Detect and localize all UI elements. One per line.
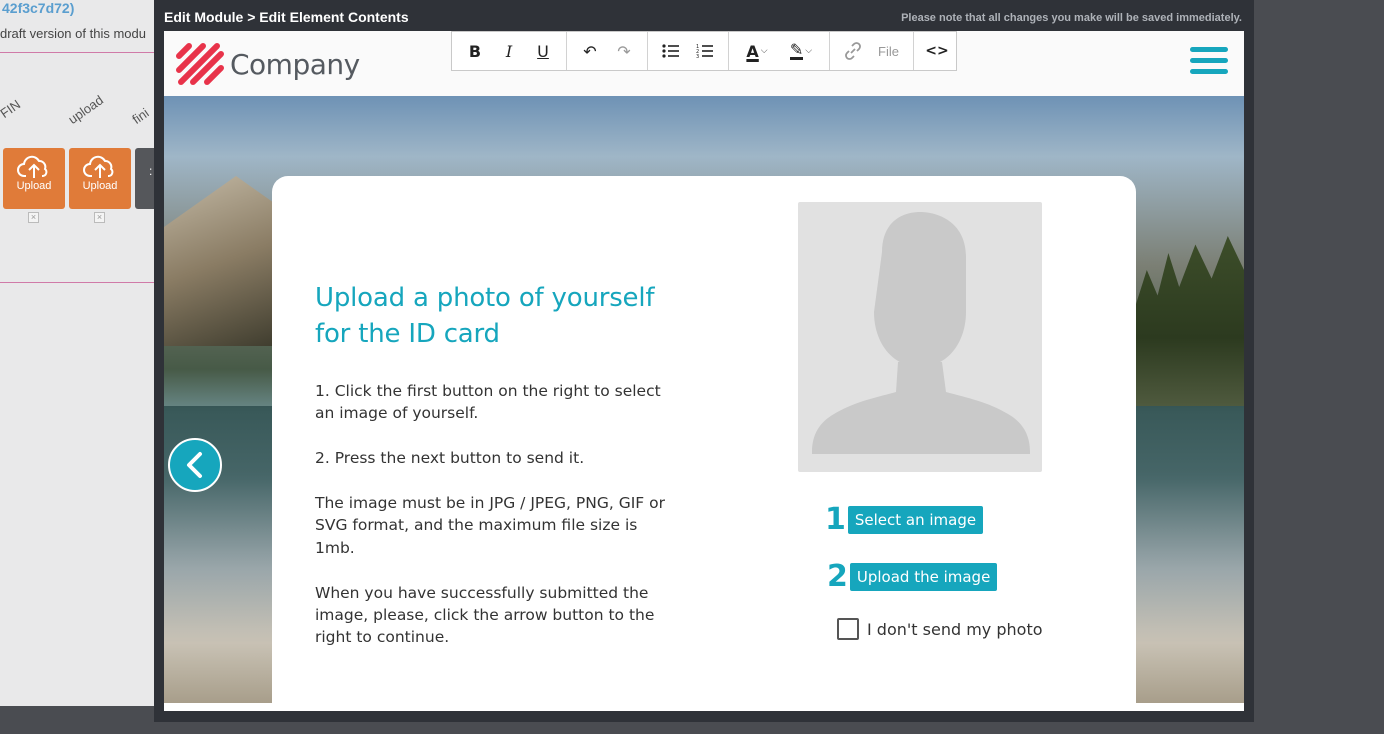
- back-arrow-button[interactable]: [168, 438, 222, 492]
- color-group: A ⌵ ✎ ⌵: [729, 32, 830, 70]
- card-title: Upload a photo of yourself for the ID ca…: [315, 283, 655, 349]
- text-color-button[interactable]: A ⌵: [735, 32, 779, 70]
- autosave-note: Please note that all changes you make wi…: [901, 12, 1242, 24]
- instruction-paragraph: When you have successfully submitted the…: [315, 583, 655, 647]
- landscape-background-image: Upload a photo of yourself for the ID ca…: [164, 96, 1244, 711]
- overlay-right: [1254, 0, 1384, 734]
- link-button[interactable]: [836, 32, 870, 70]
- upload-element-button[interactable]: Upload: [69, 148, 131, 209]
- select-image-button[interactable]: Select an image: [847, 505, 984, 534]
- hamburger-menu-icon[interactable]: [1190, 47, 1228, 79]
- content-canvas: Company B I U ↶ ↷ 1 2 3 A ⌵ ✎ ⌵ File <> …: [164, 31, 1244, 711]
- underline-button[interactable]: U: [526, 32, 560, 70]
- insert-group: File: [830, 32, 914, 70]
- bold-button[interactable]: B: [458, 32, 492, 70]
- link-icon: [845, 42, 861, 60]
- no-photo-checkbox[interactable]: [837, 618, 859, 640]
- numbered-list-icon: 123: [696, 44, 713, 59]
- upload-button-label: Upload: [82, 180, 118, 192]
- no-photo-option: I don't send my photo: [837, 618, 1043, 640]
- divider-top: [0, 52, 154, 53]
- chevron-left-icon: [187, 452, 202, 478]
- bullet-list-button[interactable]: [654, 32, 688, 70]
- text-color-icon: A: [746, 41, 759, 61]
- site-header: Company B I U ↶ ↷ 1 2 3 A ⌵ ✎ ⌵ File <>: [164, 31, 1244, 96]
- highlighter-icon: ✎: [789, 39, 804, 60]
- source-group: <>: [914, 32, 960, 70]
- step-select: 1 Select an image: [825, 502, 984, 537]
- instruction-paragraph: 2. Press the next button to send it.: [315, 449, 585, 468]
- trees-shape: [1136, 236, 1244, 406]
- redo-button[interactable]: ↷: [607, 32, 641, 70]
- finish-button-glyph: :: [149, 164, 153, 178]
- cloud-upload-icon: [83, 155, 114, 178]
- instructions-text: 1. Click the first button on the right t…: [315, 380, 675, 671]
- column-label-upload: upload: [65, 92, 106, 127]
- undo-button[interactable]: ↶: [573, 32, 607, 70]
- no-photo-label[interactable]: I don't send my photo: [867, 620, 1043, 639]
- svg-text:3: 3: [696, 54, 699, 59]
- upload-photo-card: Upload a photo of yourself for the ID ca…: [272, 176, 1136, 711]
- draft-version-text: draft version of this modu: [0, 26, 146, 41]
- numbered-list-button[interactable]: 123: [688, 32, 722, 70]
- column-label-fin: FIN: [0, 96, 24, 121]
- finish-element-button[interactable]: :: [135, 148, 154, 209]
- source-code-button[interactable]: <>: [920, 32, 954, 70]
- canvas-footer: [164, 703, 1244, 711]
- edit-element-modal: Edit Module > Edit Element Contents Plea…: [154, 0, 1254, 722]
- chevron-down-icon: ⌵: [760, 46, 768, 56]
- photo-placeholder: [798, 202, 1042, 472]
- rich-text-toolbar: B I U ↶ ↷ 1 2 3 A ⌵ ✎ ⌵ File <>: [451, 31, 957, 71]
- background-editor-page: 42f3c7d72) draft version of this modu FI…: [0, 0, 154, 706]
- upload-element-button[interactable]: Upload: [3, 148, 65, 209]
- instruction-paragraph: The image must be in JPG / JPEG, PNG, GI…: [315, 494, 665, 557]
- list-group: 123: [648, 32, 729, 70]
- step-number: 1: [825, 502, 846, 537]
- bullet-list-icon: [662, 44, 679, 58]
- upload-image-button[interactable]: Upload the image: [849, 562, 998, 591]
- company-logo-icon: [176, 43, 224, 85]
- cloud-upload-icon: [17, 155, 48, 178]
- step-number: 2: [827, 559, 848, 594]
- italic-button[interactable]: I: [492, 32, 526, 70]
- highlight-button[interactable]: ✎ ⌵: [779, 32, 823, 70]
- format-group: B I U: [452, 32, 567, 70]
- step-upload: 2 Upload the image: [827, 559, 998, 594]
- upload-button-label: Upload: [16, 180, 52, 192]
- divider-bottom: [0, 282, 154, 283]
- person-silhouette-icon: [812, 212, 1030, 454]
- history-group: ↶ ↷: [567, 32, 648, 70]
- module-id-text: 42f3c7d72): [2, 0, 75, 16]
- file-button[interactable]: File: [870, 44, 907, 59]
- modal-title: Edit Module > Edit Element Contents: [164, 9, 409, 25]
- chevron-down-icon: ⌵: [805, 46, 813, 56]
- remove-icon[interactable]: ×: [28, 212, 39, 223]
- company-logo-text: Company: [230, 48, 360, 81]
- column-label-finish: fini: [129, 105, 152, 127]
- remove-icon[interactable]: ×: [94, 212, 105, 223]
- instruction-paragraph: 1. Click the first button on the right t…: [315, 382, 661, 423]
- mountain-shape: [164, 176, 284, 346]
